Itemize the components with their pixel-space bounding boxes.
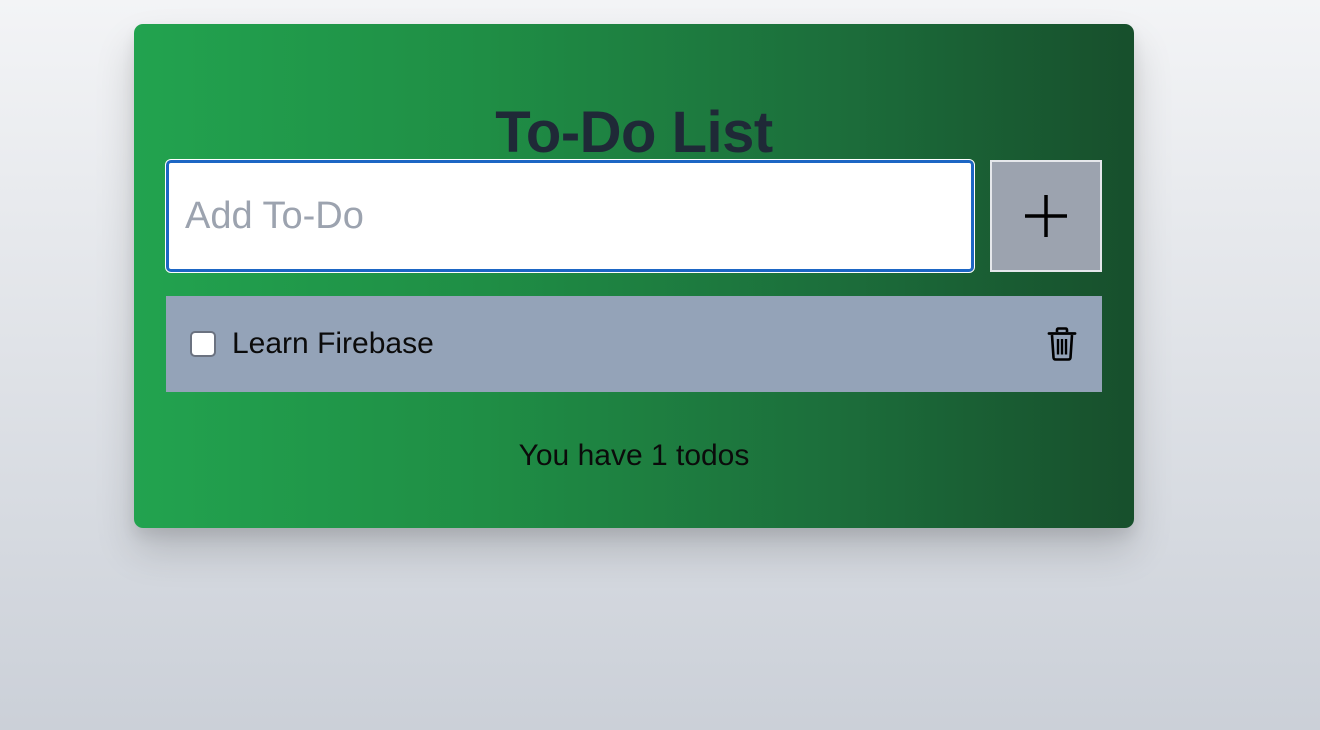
add-todo-button[interactable] — [990, 160, 1102, 272]
trash-icon — [1047, 327, 1077, 361]
plus-icon — [1025, 195, 1067, 237]
todo-checkbox[interactable] — [190, 331, 216, 357]
add-todo-input[interactable] — [165, 159, 975, 273]
todo-item: Learn Firebase — [166, 296, 1102, 392]
page-title: To-Do List — [495, 100, 773, 165]
todo-card: To-Do List Learn Firebase You have 1 tod… — [134, 24, 1134, 528]
delete-todo-button[interactable] — [1042, 322, 1082, 366]
todo-text: Learn Firebase — [232, 327, 434, 360]
todo-count: You have 1 todos — [518, 439, 750, 472]
